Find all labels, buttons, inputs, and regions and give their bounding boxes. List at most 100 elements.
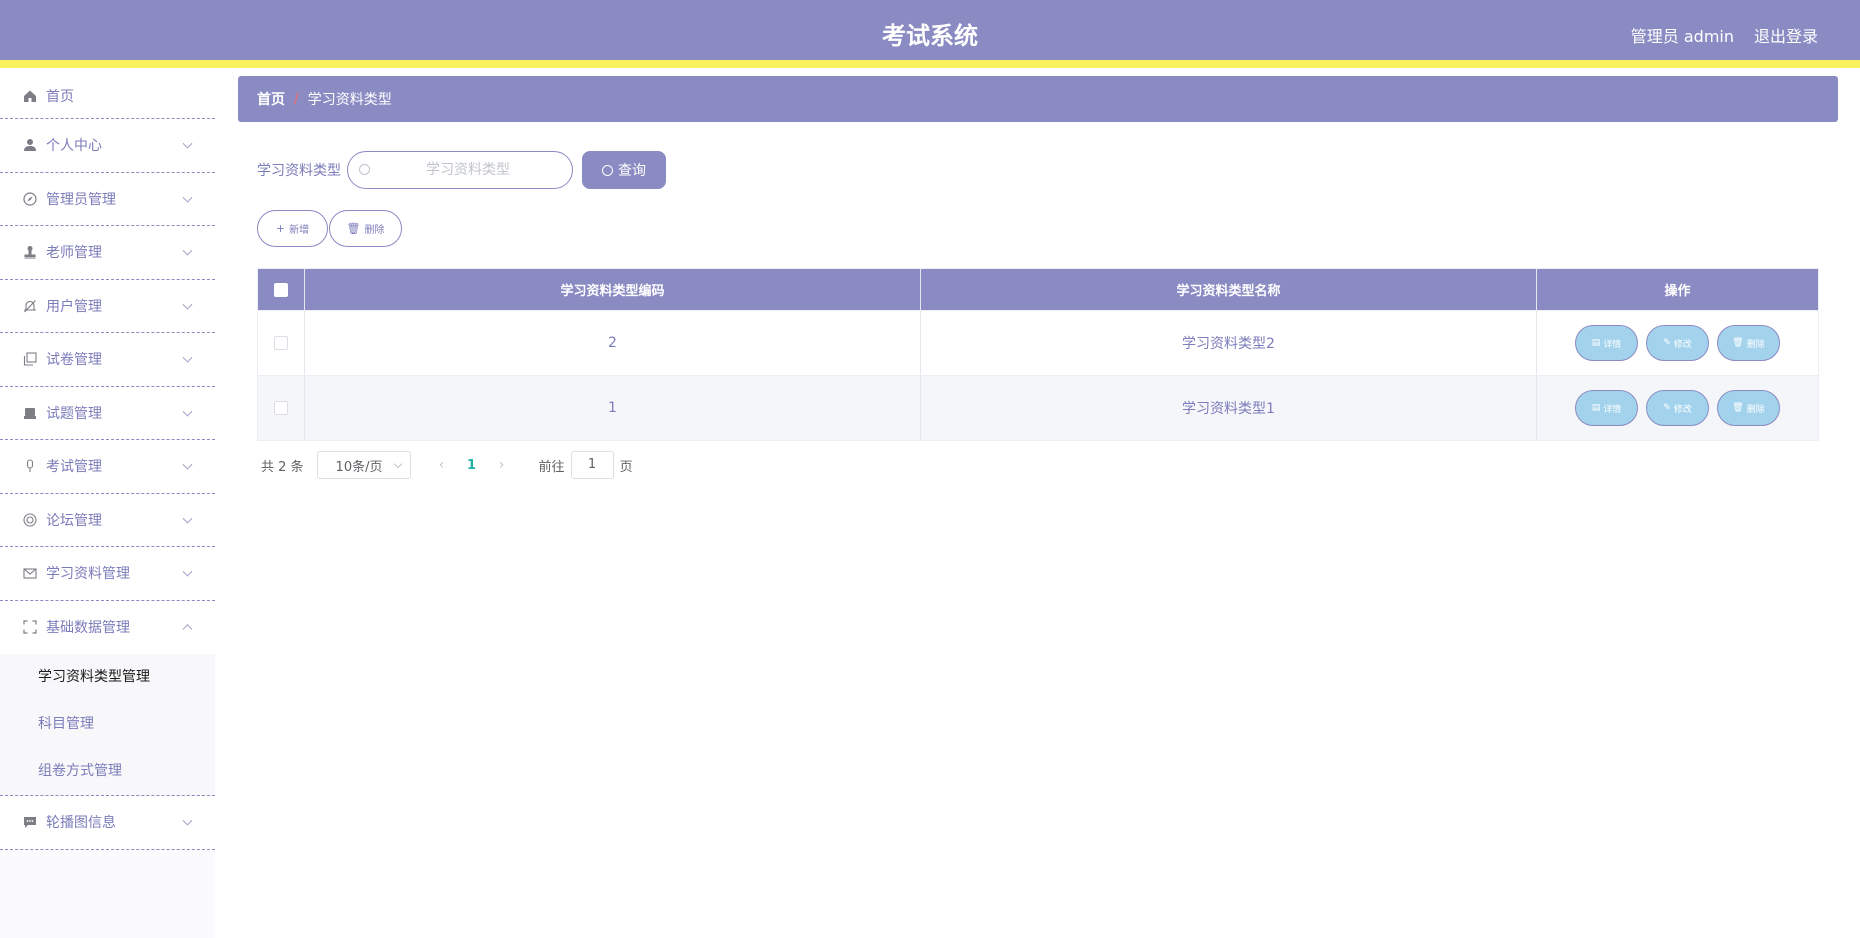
chevron-down-icon <box>182 513 193 524</box>
edit-button-label: 修改 <box>1673 339 1692 350</box>
detail-button[interactable]: ▤ 详情 <box>1575 390 1638 426</box>
select-all-checkbox[interactable] <box>274 282 288 297</box>
column-header-code: 学习资料类型编码 <box>305 269 921 310</box>
sidebar-item-label: 管理员管理 <box>46 191 116 208</box>
add-button[interactable]: + 新增 <box>257 210 328 247</box>
edit-icon: ✎ <box>1663 403 1671 413</box>
goto-page-input[interactable]: 1 <box>570 451 614 479</box>
chevron-down-icon <box>182 815 193 826</box>
detail-button[interactable]: ▤ 详情 <box>1575 325 1638 361</box>
row-delete-button[interactable]: 🗑 删除 <box>1717 325 1780 361</box>
search-icon <box>359 164 370 175</box>
admin-label: 管理员 admin <box>1630 27 1734 46</box>
submenu-basic-data: 学习资料类型管理 科目管理 组卷方式管理 <box>0 654 215 796</box>
column-header-name: 学习资料类型名称 <box>921 269 1537 310</box>
copy-icon <box>22 351 38 367</box>
sidebar-subitem-subjects[interactable]: 科目管理 <box>0 701 215 748</box>
sidebar-item-label: 试卷管理 <box>46 352 102 369</box>
plus-icon: + <box>275 222 286 235</box>
row-delete-button[interactable]: 🗑 删除 <box>1717 390 1780 426</box>
edit-button[interactable]: ✎ 修改 <box>1646 325 1709 361</box>
query-button-label: 查询 <box>618 163 646 179</box>
detail-button-label: 详情 <box>1603 339 1622 350</box>
delete-button[interactable]: 🗑 删除 <box>329 210 402 247</box>
home-icon <box>22 88 38 104</box>
table-row: 1 学习资料类型1 ▤ 详情 ✎ 修改 🗑 删除 <box>258 375 1818 440</box>
sidebar-item-teachers[interactable]: 老师管理 <box>0 226 215 280</box>
sidebar-subitem-paper-methods[interactable]: 组卷方式管理 <box>0 748 215 795</box>
sidebar-item-label: 首页 <box>46 89 74 105</box>
cell-name: 学习资料类型1 <box>921 376 1537 440</box>
cell-name: 学习资料类型2 <box>921 311 1537 375</box>
cell-code: 1 <box>305 376 921 440</box>
fullscreen-icon <box>22 619 38 635</box>
edit-button[interactable]: ✎ 修改 <box>1646 390 1709 426</box>
page-unit-label: 页 <box>619 459 633 475</box>
row-delete-button-label: 删除 <box>1746 339 1765 350</box>
microphone-icon <box>22 458 38 474</box>
sidebar-item-users[interactable]: 用户管理 <box>0 279 215 333</box>
search-box <box>347 151 573 189</box>
search-input[interactable] <box>378 152 558 188</box>
chevron-down-icon <box>182 299 193 310</box>
query-button[interactable]: 查询 <box>582 151 666 189</box>
next-page-icon[interactable]: › <box>487 457 517 473</box>
sidebar-item-label: 论坛管理 <box>46 512 102 529</box>
cell-code: 2 <box>305 311 921 375</box>
table-header: 学习资料类型编码 学习资料类型名称 操作 <box>258 269 1818 310</box>
breadcrumb: 首页 / 学习资料类型 <box>238 76 1838 122</box>
sidebar-item-forum[interactable]: 论坛管理 <box>0 493 215 547</box>
chevron-down-icon <box>182 566 193 577</box>
sidebar-subitem-material-types[interactable]: 学习资料类型管理 <box>0 654 215 701</box>
search-label: 学习资料类型 <box>257 163 341 179</box>
sidebar-item-label: 基础数据管理 <box>46 620 130 637</box>
cell-actions: ▤ 详情 ✎ 修改 🗑 删除 <box>1537 311 1818 375</box>
sidebar-item-papers[interactable]: 试卷管理 <box>0 333 215 387</box>
add-button-label: 新增 <box>289 225 310 236</box>
chevron-down-icon <box>182 406 193 417</box>
row-delete-button-label: 删除 <box>1746 404 1765 415</box>
chat-icon <box>22 814 38 830</box>
sidebar-item-admins[interactable]: 管理员管理 <box>0 172 215 226</box>
sidebar-item-home[interactable]: 首页 <box>0 74 215 119</box>
compass-icon <box>22 191 38 207</box>
mail-icon <box>22 565 38 581</box>
bell-off-icon <box>22 298 38 314</box>
cell-actions: ▤ 详情 ✎ 修改 🗑 删除 <box>1537 376 1818 440</box>
sidebar-item-carousel[interactable]: 轮播图信息 <box>0 796 215 850</box>
sidebar-item-questions[interactable]: 试题管理 <box>0 386 215 440</box>
sidebar-item-exams[interactable]: 考试管理 <box>0 440 215 494</box>
logout-link[interactable]: 退出登录 <box>1754 23 1818 47</box>
sidebar-item-materials[interactable]: 学习资料管理 <box>0 547 215 601</box>
table-row: 2 学习资料类型2 ▤ 详情 ✎ 修改 🗑 删除 <box>258 310 1818 375</box>
column-header-actions: 操作 <box>1664 284 1691 299</box>
chevron-down-icon <box>182 192 193 203</box>
breadcrumb-separator: / <box>294 91 299 107</box>
chevron-down-icon <box>182 138 193 149</box>
top-header: 考试系统 管理员 admin 退出登录 <box>0 0 1860 68</box>
edit-icon: ✎ <box>1663 338 1671 348</box>
sidebar-item-basic-data[interactable]: 基础数据管理 <box>0 600 215 654</box>
pagination: 共 2 条 10条/页 ‹ 1 › 前往 1 页 <box>261 451 633 479</box>
search-icon <box>602 164 613 176</box>
prev-page-icon[interactable]: ‹ <box>427 457 457 473</box>
row-checkbox[interactable] <box>274 336 288 350</box>
chevron-down-icon <box>182 245 193 256</box>
edit-button-label: 修改 <box>1673 404 1692 415</box>
printer-icon <box>22 405 38 421</box>
page-size-select[interactable]: 10条/页 <box>316 451 411 479</box>
sidebar-item-label: 学习资料管理 <box>46 566 130 583</box>
chevron-down-icon <box>182 459 193 470</box>
breadcrumb-home[interactable]: 首页 <box>257 89 285 109</box>
page-size-value: 10条/页 <box>335 459 383 475</box>
sidebar-item-profile[interactable]: 个人中心 <box>0 119 215 173</box>
page-number-current[interactable]: 1 <box>457 458 487 473</box>
trash-icon: 🗑 <box>346 222 361 235</box>
sidebar-item-label: 轮播图信息 <box>46 815 116 832</box>
stamp-icon <box>22 244 38 260</box>
breadcrumb-current: 学习资料类型 <box>307 92 392 108</box>
row-checkbox[interactable] <box>274 401 288 415</box>
sidebar-item-label: 老师管理 <box>46 245 102 262</box>
detail-button-label: 详情 <box>1603 404 1622 415</box>
chevron-down-icon <box>393 459 402 469</box>
